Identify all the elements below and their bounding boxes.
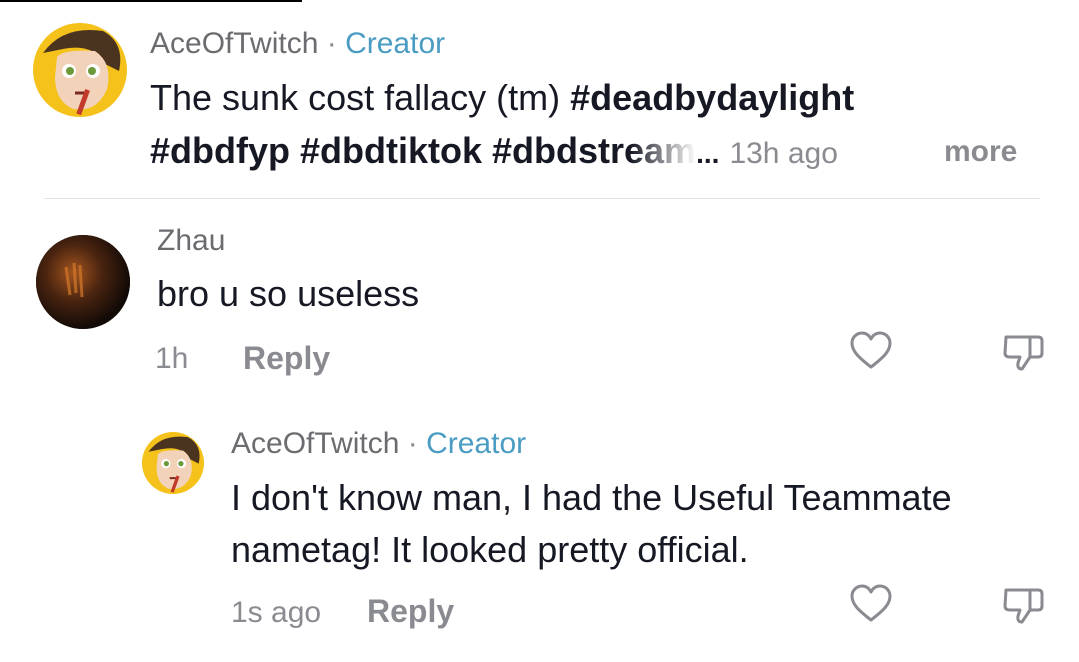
reply-text-line-1: I don't know man, I had the Useful Teamm… bbox=[231, 477, 952, 518]
truncation-ellipsis: ... bbox=[696, 138, 720, 169]
creator-badge: Creator bbox=[345, 27, 446, 60]
separator-dot: · bbox=[407, 427, 418, 460]
thumbs-down-outline-icon[interactable] bbox=[1000, 582, 1046, 628]
creator-username-row: AceOfTwitch · Creator bbox=[150, 27, 445, 61]
reply-avatar[interactable] bbox=[142, 432, 204, 494]
reply-text-line-2: nametag! It looked pretty official. bbox=[231, 529, 749, 570]
thumbs-down-outline-icon[interactable] bbox=[1000, 329, 1046, 375]
reply-username-row: AceOfTwitch · Creator bbox=[231, 427, 526, 461]
hashtags-row[interactable]: #dbdfyp #dbdtiktok #dbdstream bbox=[150, 130, 696, 171]
reply-username[interactable]: AceOfTwitch bbox=[231, 427, 399, 460]
caption-text: The sunk cost fallacy (tm) bbox=[150, 77, 561, 118]
top-edge-line bbox=[0, 0, 302, 2]
caption-time: 13h ago bbox=[729, 137, 838, 170]
reply-time: 1s ago bbox=[231, 596, 322, 629]
divider bbox=[44, 198, 1040, 199]
comment-text: bro u so useless bbox=[157, 273, 420, 314]
commenter-avatar[interactable] bbox=[36, 235, 130, 329]
hashtag-deadbydaylight[interactable]: #deadbydaylight bbox=[570, 77, 854, 118]
heart-outline-icon[interactable] bbox=[848, 329, 894, 375]
more-button[interactable]: more bbox=[944, 135, 1017, 169]
caption-line-1: The sunk cost fallacy (tm) #deadbydaylig… bbox=[150, 72, 854, 124]
comment-time: 1h bbox=[155, 342, 189, 375]
separator-dot: · bbox=[326, 27, 337, 60]
reply-button[interactable]: Reply bbox=[367, 593, 454, 630]
creator-username[interactable]: AceOfTwitch bbox=[150, 27, 318, 60]
reply-button[interactable]: Reply bbox=[243, 340, 330, 377]
commenter-username[interactable]: Zhau bbox=[157, 224, 225, 258]
creator-avatar[interactable] bbox=[33, 23, 127, 117]
heart-outline-icon[interactable] bbox=[848, 582, 894, 628]
creator-badge: Creator bbox=[426, 427, 527, 460]
caption-line-2: #dbdfyp #dbdtiktok #dbdstream... 13h ago bbox=[150, 125, 838, 180]
